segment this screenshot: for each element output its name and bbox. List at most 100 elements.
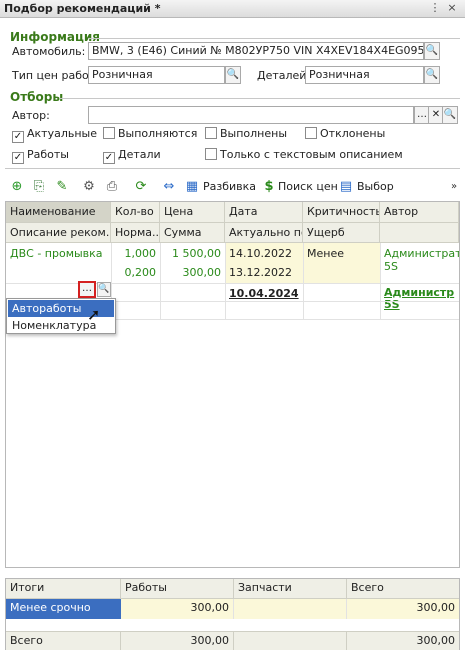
print-icon[interactable]: ⎙: [104, 179, 120, 195]
totals-table: Итоги Работы Запчасти Всего Менее срочно…: [5, 578, 460, 650]
checkbox-icon[interactable]: [205, 148, 217, 160]
window-title: Подбор рекомендаций *: [4, 2, 161, 15]
totals-sum-label: Всего: [6, 631, 121, 650]
totals-header-total: Всего: [347, 579, 459, 599]
col-header-sum[interactable]: Сумма: [160, 223, 225, 243]
mouse-cursor-icon: ➚: [87, 305, 101, 324]
totals-header-works: Работы: [121, 579, 234, 599]
checkbox-icon[interactable]: [103, 127, 115, 139]
filters-section-title: Отборы: [10, 90, 64, 104]
checkbox-icon[interactable]: [205, 127, 217, 139]
totals-sum-parts: [234, 631, 347, 650]
totals-row-total: 300,00: [347, 599, 459, 619]
col-header-date[interactable]: Дата: [225, 202, 303, 223]
col-separator: [160, 243, 161, 319]
add-copy-icon[interactable]: ⎘: [31, 179, 47, 195]
price-search-button[interactable]: Поиск цен: [278, 180, 338, 193]
toolbar: ⊕ ⎘ ✎ ⚙ ⎙ ⟳ ⇔ ▦ Разбивка $ Поиск цен ▤ В…: [0, 176, 465, 198]
window-titlebar: Подбор рекомендаций * ⋮ ×: [0, 0, 465, 18]
col-header-name[interactable]: Наименование: [6, 202, 111, 223]
totals-sum-total: 300,00: [347, 631, 459, 650]
car-label: Автомобиль:: [12, 45, 86, 58]
refresh-icon[interactable]: ⟳: [133, 179, 149, 195]
check-rejected-label: Отклонены: [320, 127, 386, 140]
parts-price-field[interactable]: Розничная: [305, 66, 424, 84]
row1-norm[interactable]: 0,200: [111, 264, 160, 281]
totals-header-parts: Запчасти: [234, 579, 347, 599]
row1-actual[interactable]: 13.12.2022: [225, 264, 303, 281]
row1-sum[interactable]: 300,00: [160, 264, 225, 281]
checkbox-icon[interactable]: [305, 127, 317, 139]
checkbox-icon[interactable]: ✓: [12, 152, 24, 164]
dollar-icon[interactable]: $: [261, 179, 277, 195]
check-done[interactable]: Выполнены: [205, 127, 287, 140]
col-header-criticality[interactable]: Критичность: [303, 202, 380, 223]
totals-sum-works: 300,00: [121, 631, 234, 650]
row2-author[interactable]: Администр 5S: [380, 285, 459, 313]
check-parts-label: Детали: [118, 148, 161, 161]
split-icon[interactable]: ▦: [184, 179, 200, 195]
col-header-damage[interactable]: Ущерб: [303, 223, 380, 243]
author-search-icon[interactable]: 🔍: [442, 106, 458, 124]
edit-pencil-icon[interactable]: ✎: [54, 179, 70, 195]
totals-row-works: 300,00: [121, 599, 234, 619]
select-button[interactable]: Выбор: [357, 180, 394, 193]
recommendations-table[interactable]: Наименование Кол-во Цена Дата Критичност…: [5, 201, 460, 568]
row1-qty[interactable]: 1,000: [111, 245, 160, 262]
check-parts[interactable]: ✓ Детали: [103, 148, 161, 164]
check-text-only[interactable]: Только с текстовым описанием: [205, 148, 403, 161]
price-type-search-icon[interactable]: 🔍: [225, 66, 241, 84]
settings-icon[interactable]: ⚙: [81, 179, 97, 195]
row2-date[interactable]: 10.04.2024: [225, 285, 303, 302]
check-actual[interactable]: ✓ Актуальные: [12, 127, 97, 143]
author-filter-label: Автор:: [12, 109, 50, 122]
more-icon[interactable]: »: [446, 179, 462, 195]
col-header-author-empty: [380, 223, 459, 243]
col-separator: [380, 243, 381, 319]
price-type-label: Тип цен работ:: [12, 69, 99, 82]
check-in-progress-label: Выполняются: [118, 127, 198, 140]
row1-criticality[interactable]: Менее: [303, 245, 380, 262]
col-header-actual[interactable]: Актуально по: [225, 223, 303, 243]
check-works-label: Работы: [27, 148, 69, 161]
filters-bottom-divider: [5, 168, 460, 169]
col-header-description[interactable]: Описание реком...: [6, 223, 111, 243]
row1-author[interactable]: Администрат 5S: [380, 245, 459, 275]
close-icon[interactable]: ×: [445, 1, 459, 15]
row1-price[interactable]: 1 500,00: [160, 245, 225, 262]
row2-search-icon[interactable]: 🔍: [97, 282, 111, 297]
type-dropdown[interactable]: Автоработы Номенклатура ➚: [6, 298, 116, 334]
col-separator: [303, 243, 304, 319]
info-icon[interactable]: ⋮: [428, 1, 442, 15]
totals-header-label: Итоги: [6, 579, 121, 599]
col-header-price[interactable]: Цена: [160, 202, 225, 223]
col-header-qty[interactable]: Кол-во: [111, 202, 160, 223]
row1-name[interactable]: ДВС - промывка: [6, 245, 111, 262]
swap-arrows-icon[interactable]: ⇔: [161, 179, 177, 195]
price-type-field[interactable]: Розничная: [88, 66, 225, 84]
car-field[interactable]: BMW, 3 (E46) Синий № М802УР750 VIN X4XEV…: [88, 42, 424, 60]
parts-label: Деталей:: [257, 69, 311, 82]
author-filter-field[interactable]: [88, 106, 414, 124]
info-section-title: Информация: [10, 30, 100, 44]
checkbox-icon[interactable]: ✓: [12, 131, 24, 143]
totals-row-label[interactable]: Менее срочно: [6, 599, 121, 619]
col-header-author[interactable]: Автор: [380, 202, 459, 223]
split-button[interactable]: Разбивка: [203, 180, 256, 193]
check-actual-label: Актуальные: [27, 127, 97, 140]
select-icon[interactable]: ▤: [338, 179, 354, 195]
check-in-progress[interactable]: Выполняются: [103, 127, 197, 140]
totals-row-parts: [234, 599, 347, 619]
check-works[interactable]: ✓ Работы: [12, 148, 69, 164]
check-rejected[interactable]: Отклонены: [305, 127, 385, 140]
checkbox-icon[interactable]: ✓: [103, 152, 115, 164]
filters-section-divider: [60, 98, 460, 99]
row1-date[interactable]: 14.10.2022: [225, 245, 303, 262]
check-text-only-label: Только с текстовым описанием: [220, 148, 403, 161]
parts-price-search-icon[interactable]: 🔍: [424, 66, 440, 84]
row2-select-button[interactable]: …: [78, 281, 96, 298]
info-section-divider: [88, 38, 460, 39]
car-search-icon[interactable]: 🔍: [424, 42, 440, 60]
add-icon[interactable]: ⊕: [9, 179, 25, 195]
col-header-norm[interactable]: Норма...: [111, 223, 160, 243]
